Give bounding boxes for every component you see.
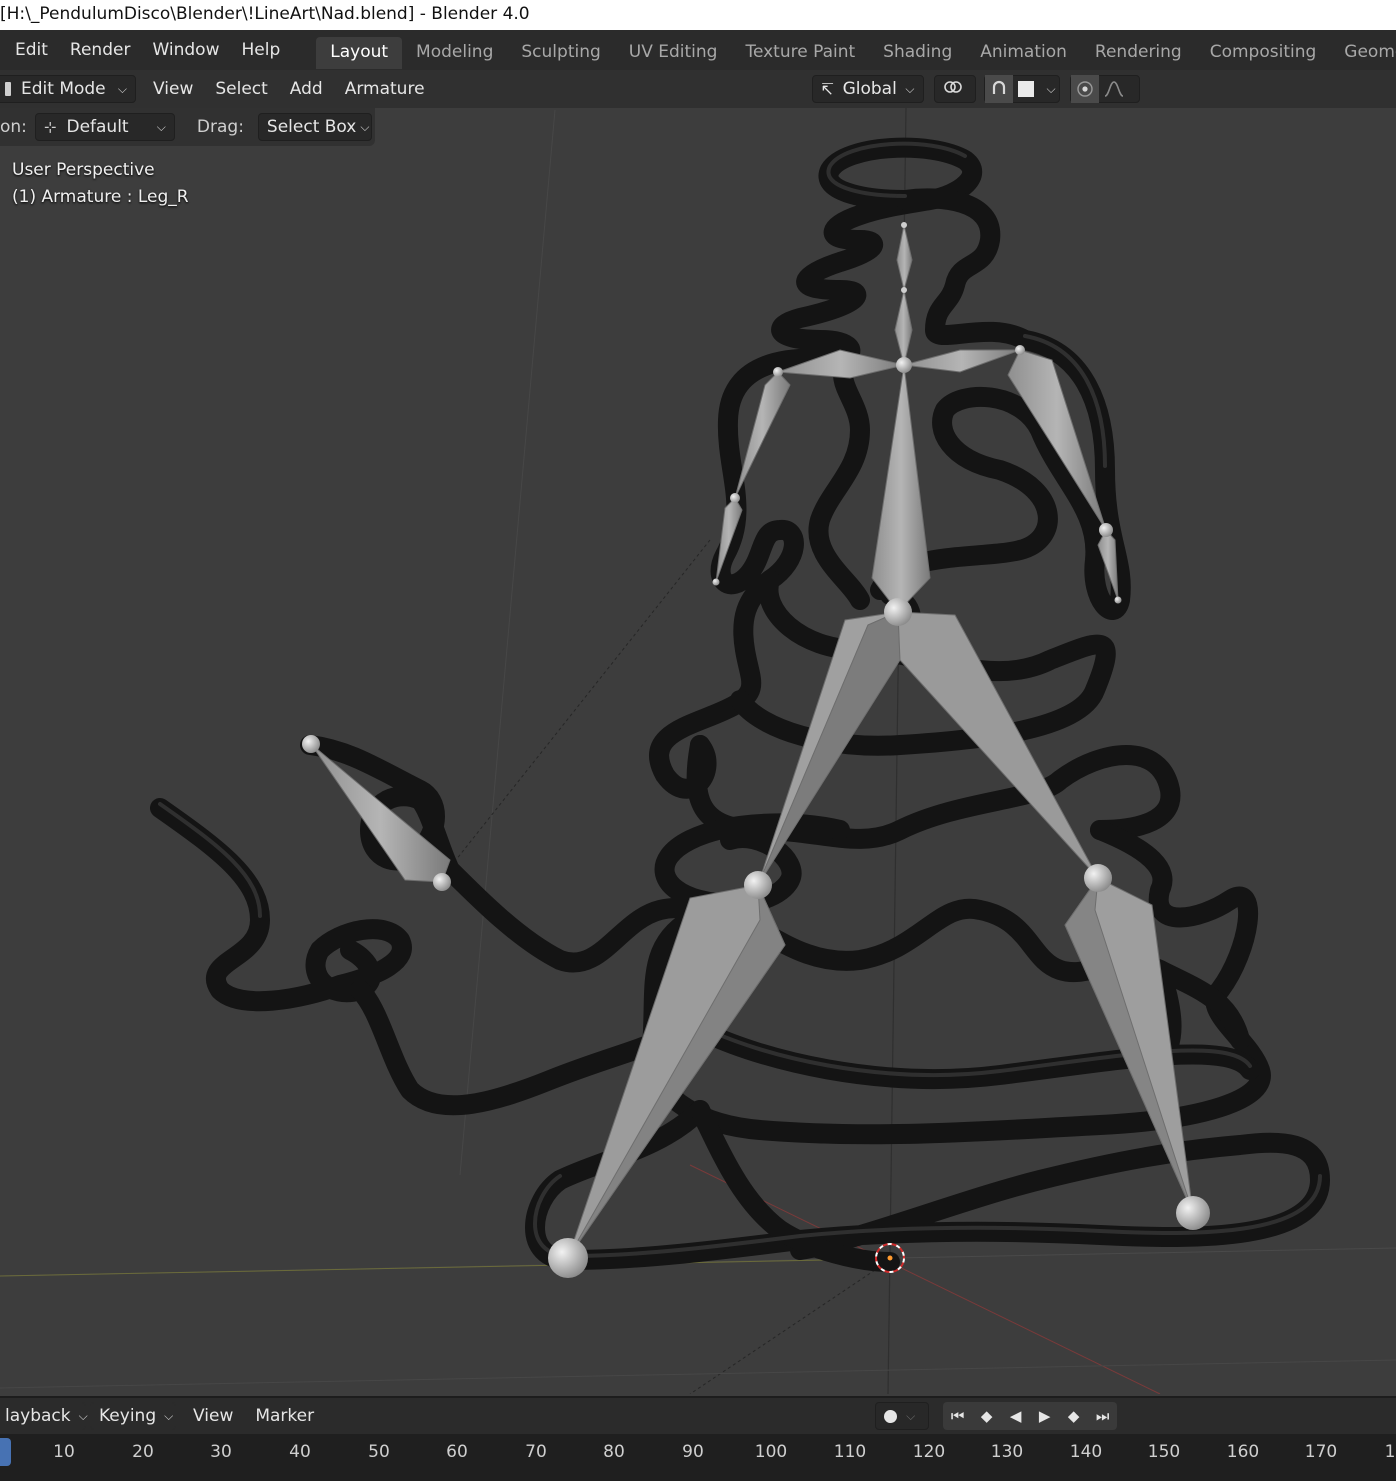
tab-compositing[interactable]: Compositing (1196, 37, 1331, 69)
keying-label: Keying (99, 1406, 157, 1426)
jump-to-end-icon[interactable]: ⏭ (1088, 1402, 1118, 1430)
auto-keying-group: ⌵ (875, 1402, 930, 1430)
frame-label: 100 (754, 1442, 788, 1462)
frame-label: 30 (210, 1442, 232, 1462)
chevron-down-icon: ⌵ (360, 119, 370, 134)
tab-animation[interactable]: Animation (966, 37, 1081, 69)
jump-to-start-icon[interactable]: ⏮ (943, 1402, 973, 1430)
chevron-down-icon: ⌵ (117, 81, 127, 96)
frame-label: 120 (912, 1442, 946, 1462)
frame-label: 80 (603, 1442, 625, 1462)
proportional-edit-group (1069, 75, 1140, 103)
tab-shading[interactable]: Shading (869, 37, 966, 69)
playback-controls: ⏮ ◆ ◀ ▶ ◆ ⏭ (943, 1402, 1118, 1430)
tab-uv-editing[interactable]: UV Editing (615, 37, 732, 69)
play-icon[interactable]: ▶ (1030, 1402, 1060, 1430)
chevron-down-icon: ⌵ (164, 1408, 174, 1423)
mode-label: Edit Mode (21, 79, 106, 99)
drag-dropdown[interactable]: Select Box ⌵ (257, 113, 372, 141)
window-title-bar: [H:\_PendulumDisco\Blender\!LineArt\Nad.… (0, 0, 1396, 30)
snapping-group: ⌵ (983, 75, 1060, 103)
transform-orientation-dropdown[interactable]: ↸ Global ⌵ (811, 75, 924, 103)
previous-keyframe-icon[interactable]: ◆ (972, 1402, 1002, 1430)
viewport-header: Edit Mode ⌵ View Select Add Armature ↸ G… (0, 70, 1396, 108)
frame-label: 50 (368, 1442, 390, 1462)
frame-label: 1 (1384, 1442, 1396, 1462)
play-reverse-icon[interactable]: ◀ (1001, 1402, 1031, 1430)
drag-value: Select Box (266, 117, 357, 137)
menu-help[interactable]: Help (230, 30, 291, 70)
header-menu-add[interactable]: Add (279, 79, 334, 99)
view-perspective-label: User Perspective (12, 160, 155, 180)
workspace-tabs: Layout Modeling Sculpting UV Editing Tex… (316, 30, 1396, 70)
frame-label: 60 (446, 1442, 468, 1462)
transform-orientation-label: Global (842, 79, 897, 99)
chevron-down-icon[interactable]: ⌵ (906, 1409, 915, 1424)
header-menu-armature[interactable]: Armature (334, 79, 436, 99)
bone-neck[interactable] (894, 289, 913, 366)
next-keyframe-icon[interactable]: ◆ (1059, 1402, 1089, 1430)
bone-spine[interactable] (871, 364, 931, 613)
edit-mode-icon (5, 82, 11, 96)
transform-gizmo-icon: ↸ (820, 79, 834, 99)
mode-dropdown[interactable]: Edit Mode ⌵ (0, 75, 136, 103)
playback-dropdown[interactable]: layback ⌵ (0, 1402, 88, 1430)
menu-window[interactable]: Window (141, 30, 230, 70)
chevron-down-icon: ⌵ (78, 1408, 88, 1423)
frame-label: 90 (682, 1442, 704, 1462)
tab-modeling[interactable]: Modeling (402, 37, 507, 69)
frame-label: 110 (833, 1442, 867, 1462)
timeline-ruler[interactable]: 10 20 30 40 50 60 70 80 90 100 110 120 1… (0, 1434, 1396, 1481)
timeline-menu-view[interactable]: View (182, 1406, 244, 1426)
header-menu-view[interactable]: View (142, 79, 204, 99)
frame-label: 140 (1069, 1442, 1103, 1462)
frame-label: 20 (132, 1442, 154, 1462)
active-object-label: (1) Armature : Leg_R (12, 187, 189, 207)
keying-dropdown[interactable]: Keying ⌵ (90, 1402, 176, 1430)
playhead[interactable] (0, 1438, 11, 1466)
viewport-canvas[interactable] (0, 108, 1396, 1394)
window-title: [H:\_PendulumDisco\Blender\!LineArt\Nad.… (0, 4, 530, 24)
timeline-header: layback ⌵ Keying ⌵ View Marker ⌵ ⏮ ◆ ◀ ▶… (0, 1396, 1396, 1434)
tab-sculpting[interactable]: Sculpting (507, 37, 614, 69)
bone-head[interactable] (896, 224, 913, 291)
frame-label: 70 (525, 1442, 547, 1462)
pivot-point-dropdown[interactable] (933, 75, 976, 103)
frame-label: 40 (289, 1442, 311, 1462)
tab-texture-paint[interactable]: Texture Paint (731, 37, 869, 69)
timeline-menu-marker[interactable]: Marker (244, 1406, 325, 1426)
orientation-value: Default (66, 117, 129, 137)
bone-shoulder-r[interactable] (903, 349, 1021, 373)
tab-rendering[interactable]: Rendering (1081, 37, 1196, 69)
top-menu-bar: Edit Render Window Help Layout Modeling … (0, 30, 1396, 70)
orientation-axes-icon: ⊹ (43, 118, 57, 136)
falloff-curve-icon[interactable] (1099, 75, 1129, 103)
tab-geometry-nodes[interactable]: Geometry Nodes (1330, 37, 1396, 69)
tab-layout[interactable]: Layout (316, 37, 403, 69)
frame-label: 160 (1226, 1442, 1260, 1462)
frame-label: 10 (53, 1442, 75, 1462)
orientation-dropdown[interactable]: ⊹ Default ⌵ (34, 113, 175, 141)
menu-edit[interactable]: Edit (0, 30, 59, 70)
frame-label: 150 (1147, 1442, 1181, 1462)
frame-label: 130 (990, 1442, 1024, 1462)
snap-magnet-icon[interactable] (984, 75, 1013, 103)
3d-viewport[interactable]: User Perspective (1) Armature : Leg_R (0, 108, 1396, 1394)
drag-label: Drag: (196, 117, 244, 137)
proportional-edit-icon[interactable] (1070, 75, 1099, 103)
chevron-down-icon[interactable]: ⌵ (1047, 82, 1056, 97)
header-menu-select[interactable]: Select (204, 79, 278, 99)
playback-label: layback (5, 1406, 71, 1426)
pivot-point-icon (943, 79, 965, 100)
snap-target-icon[interactable] (1013, 75, 1039, 103)
frame-label: 170 (1304, 1442, 1338, 1462)
chevron-down-icon: ⌵ (905, 81, 915, 96)
chevron-down-icon: ⌵ (156, 119, 166, 134)
orientation-label: on: (0, 117, 27, 137)
menu-render[interactable]: Render (59, 30, 142, 70)
tool-settings-bar: on: ⊹ Default ⌵ Drag: Select Box ⌵ (0, 108, 375, 146)
record-keyframe-icon[interactable] (876, 1402, 904, 1430)
